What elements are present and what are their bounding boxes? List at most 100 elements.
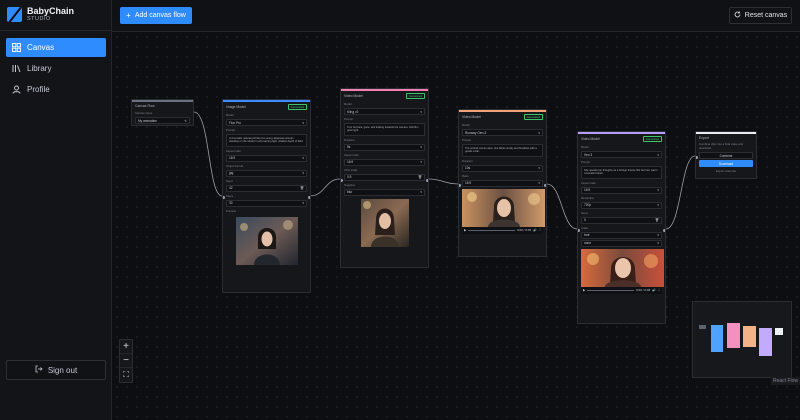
video-model-node-1[interactable]: Video Model Generated Model Kling v2 ▾ Pro… xyxy=(340,88,429,268)
node-label: Audio xyxy=(581,225,589,230)
steps-input[interactable]: 30 ▾ xyxy=(226,199,307,207)
minimap-node xyxy=(775,328,783,335)
prompt-textarea[interactable]: A cinematic natural portrait of a young … xyxy=(226,134,307,147)
sidebar-item-label: Canvas xyxy=(27,43,55,52)
node-handle-left[interactable] xyxy=(341,179,343,182)
node-handle-right[interactable] xyxy=(426,179,428,182)
chevron-down-icon: ▾ xyxy=(657,152,659,157)
node-handle-left[interactable] xyxy=(578,229,580,232)
negative-prompt-input[interactable]: none ▾ xyxy=(581,239,662,247)
fullscreen-icon[interactable]: ⛶ xyxy=(539,228,541,232)
node-label: Canvas name xyxy=(135,111,153,115)
zoom-out-button[interactable]: − xyxy=(120,354,132,368)
sidebar-nav: Canvas Library Profile xyxy=(6,38,106,101)
seed-input[interactable]: 42 🗑 xyxy=(226,184,307,192)
combine-button[interactable]: Combine xyxy=(699,152,753,160)
cfg-input[interactable]: 0.5 🗑 xyxy=(344,173,425,181)
sign-out-button[interactable]: Sign out xyxy=(6,360,106,380)
sidebar-divider xyxy=(0,30,112,31)
node-label: Resolution xyxy=(581,195,595,200)
minimap-node xyxy=(727,323,740,348)
output-format-select[interactable]: jpg ▾ xyxy=(226,169,307,177)
add-canvas-flow-button[interactable]: + Add canvas flow xyxy=(120,7,192,24)
model-select[interactable]: Runway Gen-3 ▾ xyxy=(462,129,543,136)
aspect-ratio-select[interactable]: 16:9 ▾ xyxy=(226,154,307,162)
volume-icon[interactable]: 🔊 xyxy=(652,288,656,292)
zoom-in-button[interactable]: + xyxy=(120,340,132,354)
canvas-name-field[interactable]: My animation ✎ xyxy=(135,117,190,124)
canvas-icon xyxy=(12,43,21,52)
generated-image xyxy=(235,216,298,265)
node-label: Prompt xyxy=(462,138,472,142)
top-bar: + Add canvas flow Reset canvas xyxy=(112,0,800,32)
node-label: Model xyxy=(344,102,352,106)
minimap-node xyxy=(699,325,706,329)
image-model-node[interactable]: Image Model Generated Model Flux Pro ▾ Pro… xyxy=(222,99,311,293)
node-label: Output format xyxy=(226,163,244,168)
model-select[interactable]: Veo 3 ▾ xyxy=(581,151,662,158)
node-handle-right[interactable] xyxy=(308,196,310,199)
node-handle-right[interactable] xyxy=(544,184,546,187)
node-title: Video Model xyxy=(581,137,600,141)
plus-icon: + xyxy=(126,10,131,20)
aspect-ratio-select[interactable]: 16:9 ▾ xyxy=(344,158,425,166)
video-preview xyxy=(462,188,545,227)
node-handle-left[interactable] xyxy=(223,196,225,199)
node-label: Model xyxy=(462,123,470,127)
play-icon[interactable]: ▶ xyxy=(583,288,585,292)
profile-icon xyxy=(12,85,21,94)
download-button[interactable]: Download xyxy=(699,160,753,168)
node-label: Prompt xyxy=(581,160,591,164)
model-select[interactable]: Flux Pro ▾ xyxy=(226,119,307,126)
video-controls[interactable]: ▶ 0:00 / 0:08 🔊 ⛶ xyxy=(581,286,662,294)
node-handle-right[interactable] xyxy=(663,229,665,232)
video-progress-track[interactable] xyxy=(468,229,515,231)
node-label: Prompt xyxy=(226,128,236,132)
sidebar-item-label: Library xyxy=(27,64,52,73)
volume-icon[interactable]: 🔊 xyxy=(533,228,537,232)
node-label: Preview xyxy=(226,208,236,213)
video-controls[interactable]: ▶ 0:00 / 0:05 🔊 ⛶ xyxy=(462,226,543,234)
resolution-select[interactable]: 720p ▾ xyxy=(581,201,662,209)
node-handle-left[interactable] xyxy=(459,184,461,187)
add-canvas-flow-label: Add canvas flow xyxy=(134,12,186,19)
node-handle-left[interactable] xyxy=(696,156,698,159)
node-label: Duration xyxy=(462,158,473,163)
aspect-ratio-select[interactable]: 16:9 ▾ xyxy=(581,186,662,194)
chevron-down-icon: ▾ xyxy=(657,188,659,193)
ratio-select[interactable]: 16:9 ▾ xyxy=(462,179,543,187)
play-icon[interactable]: ▶ xyxy=(464,228,466,232)
negative-prompt-input[interactable]: blur ▾ xyxy=(344,188,425,196)
audio-select[interactable]: true ▾ xyxy=(581,231,662,239)
fit-view-button[interactable]: ⛶ xyxy=(120,368,132,382)
react-flow-attribution[interactable]: React Flow xyxy=(771,377,800,385)
reset-canvas-button[interactable]: Reset canvas xyxy=(729,7,792,24)
minimap[interactable] xyxy=(692,301,792,378)
model-select[interactable]: Kling v2 ▾ xyxy=(344,108,425,115)
node-title: Video Model xyxy=(462,115,481,119)
node-title: Video Model xyxy=(344,94,363,98)
export-node[interactable]: Export Combine clips into a final video … xyxy=(695,131,757,179)
duration-select[interactable]: 10s ▾ xyxy=(462,164,543,172)
prompt-textarea[interactable]: Turn her face, gaze, and looking towards… xyxy=(344,123,425,136)
video-model-node-3[interactable]: Video Model Generated Model Veo 3 ▾ Prompt… xyxy=(577,131,666,324)
canvas-flow-node[interactable]: Canvas Flow Canvas name My animation ✎ xyxy=(131,99,194,126)
prompt-textarea[interactable]: The portrait comes alive, she blinks slo… xyxy=(462,144,543,157)
sidebar-item-label: Profile xyxy=(27,85,50,94)
sign-out-icon xyxy=(35,365,43,375)
duration-select[interactable]: 5s ▾ xyxy=(344,143,425,151)
sidebar-item-library[interactable]: Library xyxy=(6,59,106,78)
brand-name: BabyChain xyxy=(27,6,75,16)
prompt-textarea[interactable]: She speaks her thoughts as a foreign bre… xyxy=(581,166,662,179)
sidebar-item-canvas[interactable]: Canvas xyxy=(6,38,106,57)
video-progress-track[interactable] xyxy=(587,289,634,291)
video-model-node-2[interactable]: Video Model Generated Model Runway Gen-3 ▾… xyxy=(458,109,547,257)
node-title: Export xyxy=(699,136,709,140)
sidebar-item-profile[interactable]: Profile xyxy=(6,80,106,99)
chevron-down-icon: ▾ xyxy=(420,190,422,195)
status-badge: Generated xyxy=(287,104,307,110)
fullscreen-icon[interactable]: ⛶ xyxy=(658,288,660,292)
trash-icon: 🗑 xyxy=(299,186,304,191)
seed-input[interactable]: 0 🗑 xyxy=(581,216,662,224)
sign-out-label: Sign out xyxy=(47,365,78,375)
